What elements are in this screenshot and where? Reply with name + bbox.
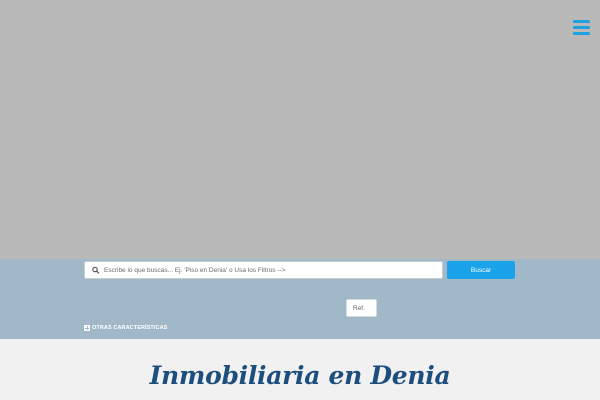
hamburger-menu-icon[interactable] xyxy=(573,20,590,36)
reference-input[interactable] xyxy=(346,299,377,317)
search-icon xyxy=(92,266,100,274)
menu-bar xyxy=(573,26,590,29)
menu-bar xyxy=(573,20,590,23)
search-field[interactable] xyxy=(84,261,443,279)
search-input[interactable] xyxy=(103,262,442,278)
plus-square-icon xyxy=(84,325,90,331)
other-features-toggle[interactable]: OTRAS CARACTERÍSTICAS xyxy=(84,323,167,333)
page-title: Inmobiliaria en Denia xyxy=(149,361,451,390)
menu-bar xyxy=(573,32,590,35)
hero-banner xyxy=(0,0,600,259)
search-button[interactable]: Buscar xyxy=(447,261,515,279)
other-features-label: OTRAS CARACTERÍSTICAS xyxy=(92,325,168,331)
